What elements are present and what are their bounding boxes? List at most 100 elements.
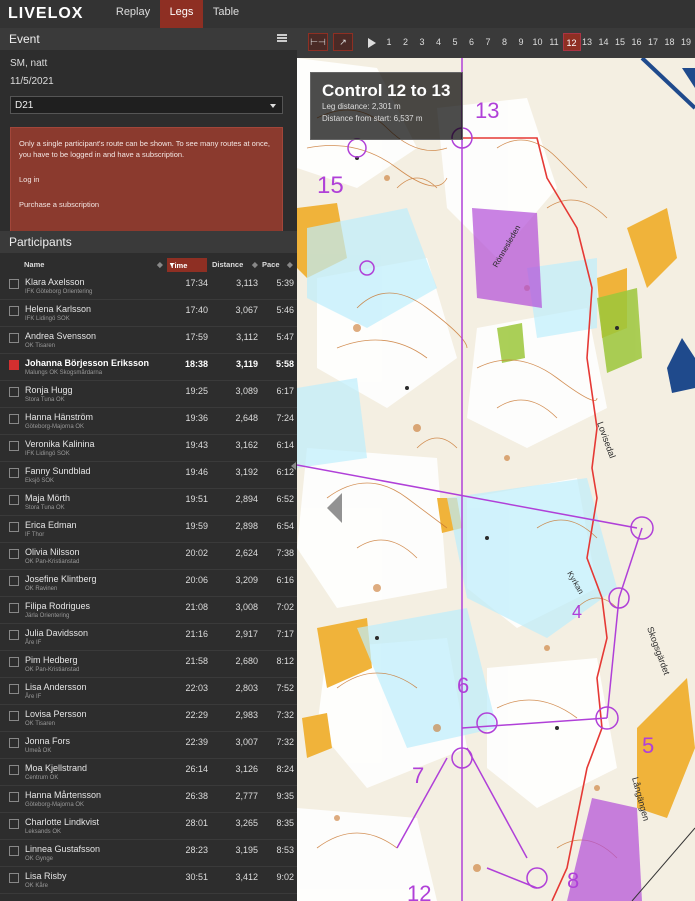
participant-time: 22:39: [185, 737, 208, 747]
orienteering-map[interactable]: Lovisedal Skogsgärdet Långängen Kyrkan R…: [297, 28, 695, 901]
leg-button-2[interactable]: 2: [398, 37, 414, 47]
participant-row[interactable]: Linnea Gustafsson OK Gynge 28:23 3,195 8:53: [0, 840, 297, 867]
participant-checkbox[interactable]: [9, 684, 19, 694]
participant-checkbox[interactable]: [9, 522, 19, 532]
participant-row[interactable]: Olivia Nilsson OK Pan-Kristianstad 20:02 2,…: [0, 543, 297, 570]
col-time[interactable]: Time ▾: [167, 258, 207, 272]
participant-checkbox[interactable]: [9, 441, 19, 451]
leg-button-6[interactable]: 6: [464, 37, 480, 47]
sort-icon[interactable]: ◆: [252, 260, 258, 269]
participant-name: Julia Davidsson: [25, 628, 89, 638]
participant-checkbox[interactable]: [9, 711, 19, 721]
participant-row[interactable]: Hanna Hänström Göteborg-Majorna OK 19:36 2,…: [0, 408, 297, 435]
participant-row[interactable]: Filipa Rodrigues Järla Orientering 21:08 3,…: [0, 597, 297, 624]
participant-checkbox[interactable]: [9, 630, 19, 640]
participant-checkbox[interactable]: [9, 387, 19, 397]
participant-row[interactable]: Josefine Klintberg OK Ravinen 20:06 3,209 6:…: [0, 570, 297, 597]
purchase-link[interactable]: Purchase a subscription: [19, 199, 274, 210]
participant-row[interactable]: Fanny Sundblad Eksjö SOK 19:46 3,192 6:12: [0, 462, 297, 489]
participant-checkbox[interactable]: [9, 549, 19, 559]
participant-checkbox[interactable]: [9, 333, 19, 343]
participant-checkbox[interactable]: [9, 279, 19, 289]
sort-icon[interactable]: ◆: [157, 260, 163, 269]
participant-row[interactable]: Jonna Fors Umeå OK 22:39 3,007 7:32: [0, 732, 297, 759]
participant-row[interactable]: Pim Hedberg OK Pan-Kristianstad 21:58 2,680…: [0, 651, 297, 678]
participant-checkbox[interactable]: [9, 846, 19, 856]
menu-icon[interactable]: [277, 34, 287, 42]
login-link[interactable]: Log in: [19, 174, 274, 185]
participant-row[interactable]: Ronja Hugg Stora Tuna OK 19:25 3,089 6:17: [0, 381, 297, 408]
leg-info-box: Control 12 to 13 Leg distance: 2,301 m D…: [310, 72, 463, 140]
leg-button-16[interactable]: 16: [629, 37, 645, 47]
straight-line-tool-icon[interactable]: ⊢⊣: [308, 33, 328, 51]
participant-club: OK Pan-Kristianstad: [25, 559, 80, 565]
participant-row[interactable]: Julia Davidsson Åre IF 21:16 2,917 7:17: [0, 624, 297, 651]
participant-row[interactable]: Charlotte Lindkvist Leksands OK 28:01 3,265…: [0, 813, 297, 840]
participant-row[interactable]: Lisa Andersson Åre IF 22:03 2,803 7:52: [0, 678, 297, 705]
collapse-sidebar-icon[interactable]: [291, 462, 296, 470]
participant-checkbox[interactable]: [9, 576, 19, 586]
col-distance[interactable]: Distance: [212, 260, 243, 269]
play-icon[interactable]: [368, 38, 376, 48]
participant-time: 21:58: [185, 656, 208, 666]
participant-time: 30:51: [185, 872, 208, 882]
participant-checkbox[interactable]: [9, 819, 19, 829]
leg-button-10[interactable]: 10: [530, 37, 546, 47]
leg-button-1[interactable]: 1: [381, 37, 397, 47]
participant-checkbox[interactable]: [9, 603, 19, 613]
participant-checkbox[interactable]: [9, 306, 19, 316]
leg-button-4[interactable]: 4: [431, 37, 447, 47]
participant-checkbox[interactable]: [9, 495, 19, 505]
col-name[interactable]: Name: [24, 260, 44, 269]
participants-header: Participants: [0, 231, 297, 253]
participant-row[interactable]: Maja Mörth Stora Tuna OK 19:51 2,894 6:52: [0, 489, 297, 516]
tab-table[interactable]: Table: [205, 0, 247, 28]
participant-club: Stora Tuna OK: [25, 397, 65, 403]
col-pace[interactable]: Pace: [262, 260, 280, 269]
livelox-logo[interactable]: LIVELOX: [8, 5, 83, 23]
participant-row[interactable]: Lisa Risby OK Kåre 30:51 3,412 9:02: [0, 867, 297, 894]
participant-time: 28:23: [185, 845, 208, 855]
leg-button-13[interactable]: 13: [579, 37, 595, 47]
participant-row[interactable]: Moa Kjellstrand Centrum OK 26:14 3,126 8:24: [0, 759, 297, 786]
leg-button-8[interactable]: 8: [497, 37, 513, 47]
map-view[interactable]: Lovisedal Skogsgärdet Långängen Kyrkan R…: [297, 28, 695, 901]
participant-checkbox[interactable]: [9, 765, 19, 775]
participant-pace: 7:32: [276, 710, 294, 720]
leg-button-11[interactable]: 11: [546, 37, 562, 47]
participant-club: Eksjö SOK: [25, 478, 55, 484]
participant-row[interactable]: Helena Karlsson IFK Lidingö SOK 17:40 3,067…: [0, 300, 297, 327]
route-choice-tool-icon[interactable]: ↗: [333, 33, 353, 51]
participant-row[interactable]: Lovisa Persson OK Tisaren 22:29 2,983 7:32: [0, 705, 297, 732]
class-select[interactable]: D21: [10, 96, 283, 114]
leg-button-12[interactable]: 12: [562, 33, 581, 51]
participant-row[interactable]: Johanna Börjesson Eriksson Malungs OK Sko…: [0, 354, 297, 381]
leg-button-3[interactable]: 3: [414, 37, 430, 47]
leg-button-7[interactable]: 7: [480, 37, 496, 47]
participant-checkbox[interactable]: [9, 360, 19, 370]
participant-row[interactable]: Klara Axelsson IFK Göteborg Orientering 17…: [0, 273, 297, 300]
participant-row[interactable]: Andrea Svensson OK Tisaren 17:59 3,112 5:47: [0, 327, 297, 354]
leg-button-18[interactable]: 18: [662, 37, 678, 47]
participant-checkbox[interactable]: [9, 657, 19, 667]
participant-checkbox[interactable]: [9, 792, 19, 802]
leg-button-9[interactable]: 9: [513, 37, 529, 47]
leg-button-5[interactable]: 5: [447, 37, 463, 47]
participant-row[interactable]: Hanna Mårtensson Göteborg-Majorna OK 26:38…: [0, 786, 297, 813]
leg-button-15[interactable]: 15: [612, 37, 628, 47]
participant-pace: 7:24: [276, 413, 294, 423]
leg-button-19[interactable]: 19: [678, 37, 694, 47]
participant-checkbox[interactable]: [9, 873, 19, 883]
participant-checkbox[interactable]: [9, 738, 19, 748]
participant-row[interactable]: Veronika Kalinina IFK Lidingö SOK 19:43 3,1…: [0, 435, 297, 462]
participant-row[interactable]: Erica Edman IF Thor 19:59 2,898 6:54: [0, 516, 297, 543]
tab-legs[interactable]: Legs: [160, 0, 203, 28]
tab-replay[interactable]: Replay: [108, 0, 158, 28]
participant-pace: 7:52: [276, 683, 294, 693]
participant-club: OK Tisaren: [25, 721, 56, 727]
leg-button-17[interactable]: 17: [645, 37, 661, 47]
leg-button-14[interactable]: 14: [596, 37, 612, 47]
participant-checkbox[interactable]: [9, 468, 19, 478]
sort-icon[interactable]: ◆: [287, 260, 293, 269]
participant-checkbox[interactable]: [9, 414, 19, 424]
